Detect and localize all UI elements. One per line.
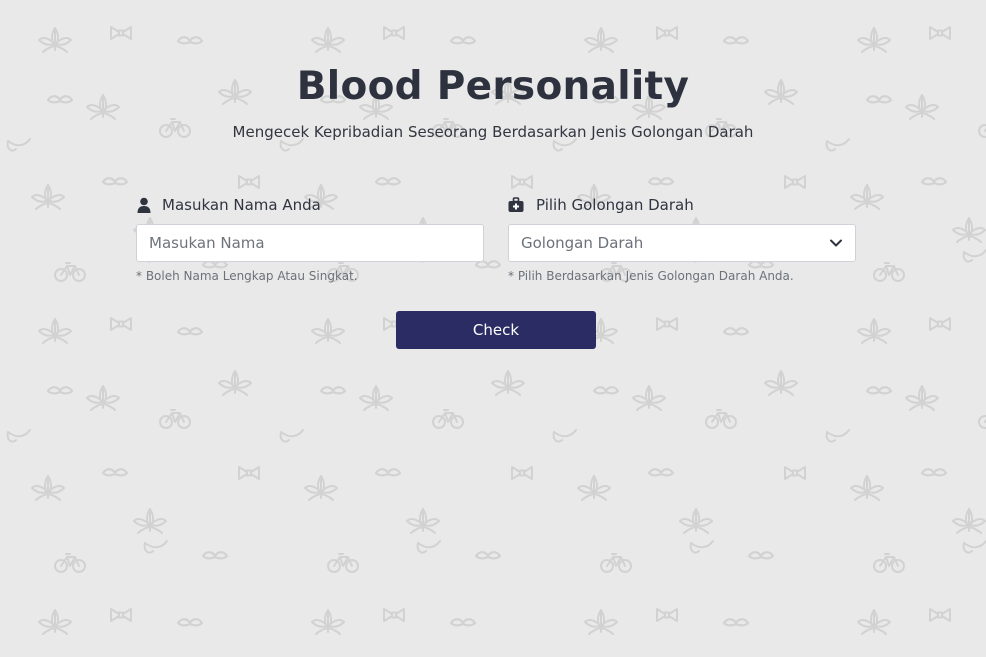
blood-type-select[interactable]: Golongan Darah xyxy=(508,224,856,262)
chevron-down-icon xyxy=(829,236,843,250)
name-input[interactable] xyxy=(136,224,484,262)
user-icon xyxy=(136,197,152,213)
blood-type-hint: * Pilih Berdasarkan Jenis Golongan Darah… xyxy=(508,269,794,283)
name-label-row: Masukan Nama Anda xyxy=(136,194,484,216)
blood-type-selected-value: Golongan Darah xyxy=(521,234,644,252)
medical-kit-icon xyxy=(508,197,524,213)
blood-type-field-group: Pilih Golongan Darah Golongan Darah * Pi… xyxy=(508,194,856,283)
blood-type-label: Pilih Golongan Darah xyxy=(536,196,694,214)
page-container: Blood Personality Mengecek Kepribadian S… xyxy=(0,0,986,657)
name-field-group: Masukan Nama Anda * Boleh Nama Lengkap A… xyxy=(136,194,484,283)
name-label: Masukan Nama Anda xyxy=(162,196,321,214)
name-hint: * Boleh Nama Lengkap Atau Singkat. xyxy=(136,269,358,283)
blood-type-label-row: Pilih Golongan Darah xyxy=(508,194,856,216)
page-subtitle: Mengecek Kepribadian Seseorang Berdasark… xyxy=(232,123,754,141)
page-title: Blood Personality xyxy=(296,64,690,109)
check-button[interactable]: Check xyxy=(396,311,596,349)
